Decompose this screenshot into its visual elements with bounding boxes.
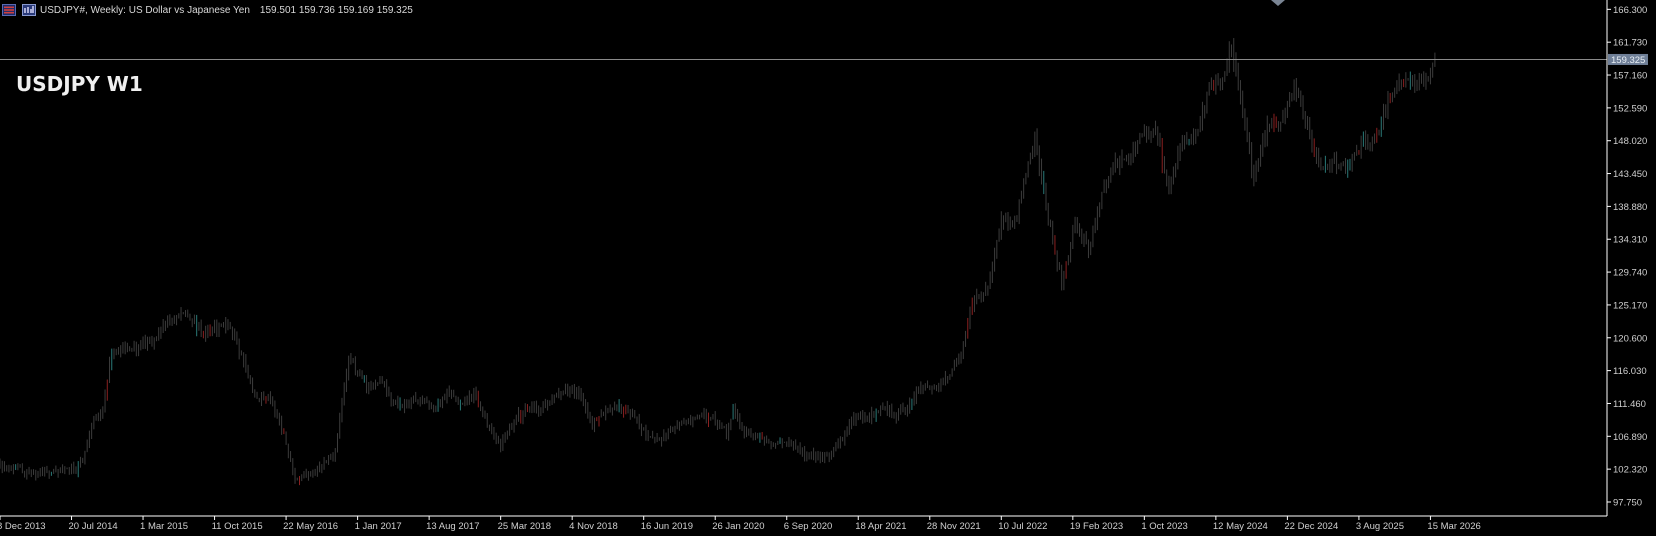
y-tick-label: 120.600: [1613, 333, 1647, 344]
x-tick-label: 18 Apr 2021: [855, 521, 906, 532]
x-tick-label: 15 Mar 2026: [1427, 521, 1480, 532]
y-tick-label: 152.590: [1613, 103, 1647, 114]
x-tick-label: 22 Dec 2024: [1284, 521, 1338, 532]
y-tick-label: 134.310: [1613, 235, 1647, 246]
y-tick-label: 116.030: [1613, 366, 1647, 377]
x-tick-label: 6 Sep 2020: [784, 521, 833, 532]
y-tick-label: 143.450: [1613, 169, 1647, 180]
price-tag: 159.325: [1608, 53, 1648, 66]
y-tick-label: 157.160: [1613, 71, 1647, 82]
y-tick-label: 161.730: [1613, 38, 1647, 49]
symbol-description: USDJPY#, Weekly: US Dollar vs Japanese Y…: [40, 4, 250, 16]
x-tick-label: 8 Dec 2013: [0, 521, 46, 532]
x-tick-label: 25 Mar 2018: [498, 521, 551, 532]
y-tick-label: 166.300: [1613, 5, 1647, 16]
chart-window-icon[interactable]: [22, 4, 36, 16]
chart-list-icon[interactable]: [2, 4, 16, 16]
x-tick-label: 4 Nov 2018: [569, 521, 618, 532]
x-tick-label: 10 Jul 2022: [998, 521, 1047, 532]
x-tick-label: 20 Jul 2014: [69, 521, 118, 532]
symbol-timeframe-title: USDJPY W1: [16, 72, 143, 96]
x-tick-label: 1 Mar 2015: [140, 521, 188, 532]
y-tick-label: 148.020: [1613, 136, 1647, 147]
current-price-label: 159.325: [1611, 55, 1645, 66]
x-tick-label: 19 Feb 2023: [1070, 521, 1123, 532]
ohlc-values: 159.501 159.736 159.169 159.325: [259, 4, 413, 16]
price-chart[interactable]: 166.300 161.730 157.160 152.590 148.020 143.4…: [0, 0, 1656, 536]
x-tick-label: 16 Jun 2019: [641, 521, 693, 532]
x-tick-label: 11 Oct 2015: [212, 521, 263, 532]
x-tick-label: 22 May 2016: [283, 521, 338, 532]
y-tick-label: 97.750: [1613, 497, 1642, 508]
chart-header: USDJPY#, Weekly: US Dollar vs Japanese Y…: [0, 0, 413, 20]
x-tick-label: 1 Jan 2017: [355, 521, 402, 532]
y-tick-label: 102.320: [1613, 465, 1647, 476]
y-tick-label: 125.170: [1613, 300, 1647, 311]
x-tick-label: 26 Jan 2020: [712, 521, 764, 532]
x-tick-label: 3 Aug 2025: [1356, 521, 1404, 532]
y-tick-label: 111.460: [1613, 399, 1646, 410]
x-tick-label: 12 May 2024: [1213, 521, 1268, 532]
x-tick-label: 13 Aug 2017: [426, 521, 479, 532]
y-tick-label: 129.740: [1613, 268, 1647, 279]
y-tick-label: 138.880: [1613, 202, 1647, 213]
x-tick-label: 28 Nov 2021: [927, 521, 981, 532]
x-tick-label: 1 Oct 2023: [1141, 521, 1187, 532]
y-tick-label: 106.890: [1613, 432, 1647, 443]
